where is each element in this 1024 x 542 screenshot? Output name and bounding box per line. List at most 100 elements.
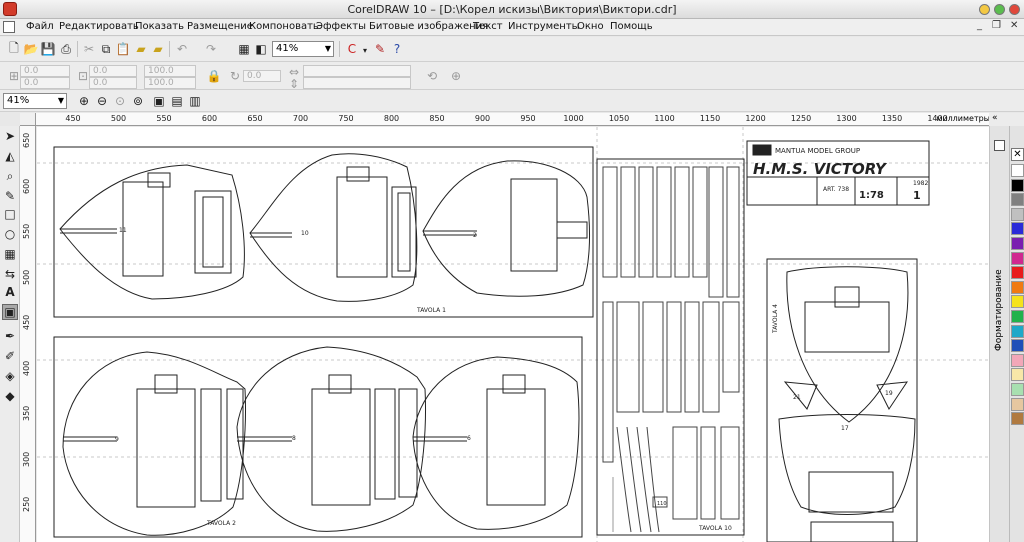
convert-to-curves-icon[interactable]: ⟲	[424, 68, 440, 84]
open-icon[interactable]: 📂	[23, 41, 39, 57]
x-position-field[interactable]: 0.0	[20, 65, 70, 77]
interactive-fill-tool-icon[interactable]: ◆	[2, 388, 18, 404]
ellipse-tool-icon[interactable]: ○	[2, 226, 18, 242]
color-swatch[interactable]	[1011, 397, 1024, 411]
node-x-field[interactable]	[303, 65, 411, 77]
document-icon[interactable]	[3, 21, 15, 33]
zoom-page-height-icon[interactable]: ▥	[187, 93, 203, 109]
launcher-dropdown-icon[interactable]: ▾	[357, 42, 373, 58]
zoom-out-icon[interactable]: ⊖	[94, 93, 110, 109]
color-swatch[interactable]	[1011, 383, 1024, 396]
zoom-all-objects-icon[interactable]: ⊚	[130, 93, 146, 109]
vertical-ruler[interactable]: 650 600 550 500 450 400 350 300 250	[20, 126, 36, 542]
no-color-swatch[interactable]: ✕	[1011, 148, 1024, 161]
import-icon[interactable]: ▰	[133, 41, 149, 57]
interactive-blend-tool-icon[interactable]: ▣	[2, 304, 18, 320]
menu-view[interactable]: Показать	[135, 21, 184, 32]
mdi-restore-icon[interactable]: ❐	[992, 20, 1001, 31]
zoom-page-icon[interactable]: ▣	[151, 93, 167, 109]
color-swatch[interactable]	[1011, 353, 1024, 367]
zoom-page-width-icon[interactable]: ▤	[169, 93, 185, 109]
mdi-close-icon[interactable]: ✕	[1010, 20, 1018, 31]
color-swatch[interactable]	[1011, 164, 1024, 177]
color-swatch[interactable]	[1011, 324, 1024, 338]
shape-tool-icon[interactable]: ◭	[2, 148, 18, 164]
close-button[interactable]	[1009, 4, 1020, 15]
docker-close-icon[interactable]	[994, 140, 1005, 151]
menu-layout[interactable]: Размещение	[187, 21, 253, 32]
zoom-level-select[interactable]: 41% ▼	[272, 41, 334, 57]
color-swatch[interactable]	[1011, 339, 1024, 353]
color-swatch[interactable]	[1011, 295, 1024, 309]
paste-icon[interactable]: 📋	[115, 41, 131, 57]
color-swatch[interactable]	[1011, 222, 1024, 236]
options-icon[interactable]: ✎	[372, 41, 388, 57]
color-swatch[interactable]	[1011, 207, 1024, 221]
y-position-field[interactable]: 0.0	[20, 77, 70, 89]
save-icon[interactable]: 💾	[40, 41, 56, 57]
graph-paper-tool-icon[interactable]: ▦	[2, 246, 18, 262]
zoom-level-select-secondary[interactable]: 41% ▼	[3, 93, 67, 109]
eyedropper-tool-icon[interactable]: ✒	[2, 328, 18, 344]
height-field[interactable]: 0.0	[89, 77, 137, 89]
freehand-tool-icon[interactable]: ✎	[2, 188, 18, 204]
minimize-button[interactable]	[979, 4, 990, 15]
color-swatch[interactable]	[1011, 178, 1024, 192]
ruler-right-corner: «	[989, 113, 1024, 126]
color-swatch[interactable]	[1011, 280, 1024, 294]
color-swatch[interactable]	[1011, 266, 1024, 280]
redo-icon[interactable]: ↷	[203, 41, 219, 57]
horizontal-ruler[interactable]: миллиметры 450 500 550 600 650 700 750 800 850 90…	[36, 113, 990, 126]
text-tool-icon[interactable]: A	[2, 284, 18, 300]
zoom-in-icon[interactable]: ⊕	[76, 93, 92, 109]
export-icon[interactable]: ▰	[150, 41, 166, 57]
cut-icon[interactable]: ✂	[81, 41, 97, 57]
menu-help[interactable]: Помощь	[610, 21, 653, 32]
scroll-arrow-icon[interactable]: «	[992, 113, 998, 123]
rectangle-tool-icon[interactable]: □	[2, 206, 18, 222]
new-document-icon[interactable]: 🗋	[6, 41, 22, 57]
wrap-text-icon[interactable]: ⊕	[448, 68, 464, 84]
color-swatch[interactable]	[1011, 251, 1024, 265]
scale-y-field[interactable]: 100.0	[144, 77, 196, 89]
fill-tool-icon[interactable]: ◈	[2, 368, 18, 384]
maximize-button[interactable]	[994, 4, 1005, 15]
menu-tools[interactable]: Инструменты	[508, 21, 580, 32]
zoom-tool-icon[interactable]: ⌕	[2, 168, 18, 184]
node-y-field[interactable]	[303, 77, 411, 89]
menu-file[interactable]: Файл	[26, 21, 54, 32]
mdi-minimize-icon[interactable]: _	[977, 20, 982, 31]
color-swatch[interactable]	[1011, 237, 1024, 250]
copy-icon[interactable]: ⧉	[98, 41, 114, 57]
color-swatch[interactable]	[1011, 368, 1024, 382]
corel-online-icon[interactable]: ◧	[253, 41, 269, 57]
rotation-angle-field[interactable]: 0.0	[243, 70, 281, 82]
menu-edit[interactable]: Редактировать	[59, 21, 139, 32]
lock-ratio-icon[interactable]: 🔒	[206, 68, 222, 84]
menu-text[interactable]: Текст	[473, 21, 503, 32]
print-icon[interactable]: ⎙	[58, 41, 74, 57]
pick-tool-icon[interactable]: ➤	[2, 128, 18, 144]
width-field[interactable]: 0.0	[89, 65, 137, 77]
zoom-selected-icon[interactable]: ⊙	[112, 93, 128, 109]
color-swatch[interactable]	[1011, 412, 1024, 426]
ruler-origin[interactable]	[20, 113, 36, 126]
help-pointer-icon[interactable]: ?	[389, 41, 405, 57]
outline-tool-icon[interactable]: ✐	[2, 348, 18, 364]
color-swatch[interactable]	[1011, 193, 1024, 207]
drawing-canvas[interactable]: 11 10 2 9 8 6 TAVOLA 1 TAVOLA 2 TAVOLA 1…	[37, 127, 989, 542]
color-swatch[interactable]	[1011, 310, 1024, 323]
menu-effects[interactable]: Эффекты	[316, 21, 366, 32]
menu-bitmaps[interactable]: Битовые изображения	[369, 21, 488, 32]
application-launcher-icon[interactable]: ▦	[236, 41, 252, 57]
drawing-sheet[interactable]: 11 10 2 9 8 6 TAVOLA 1 TAVOLA 2 TAVOLA 1…	[37, 127, 989, 542]
menu-arrange[interactable]: Компоновать	[249, 21, 319, 32]
docker-tab-formatting[interactable]: Форматирование	[994, 269, 1004, 351]
undo-icon[interactable]: ↶	[174, 41, 190, 57]
menu-window[interactable]: Окно	[577, 21, 604, 32]
ruler-h-tick-label: 1250	[790, 114, 812, 123]
interactive-tool-icon[interactable]: ⇆	[2, 266, 18, 282]
scale-x-field[interactable]: 100.0	[144, 65, 196, 77]
zoom-level-value: 41%	[276, 43, 299, 54]
part-21-label: 21	[793, 394, 801, 401]
